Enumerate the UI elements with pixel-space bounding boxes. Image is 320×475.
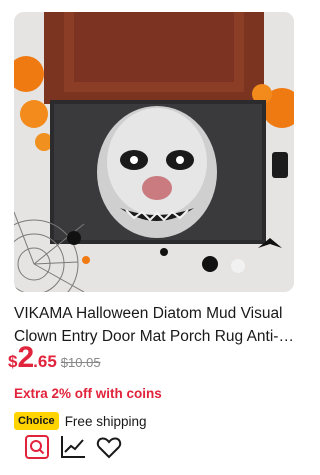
price-trend-button[interactable] (60, 434, 86, 460)
product-actions (24, 433, 134, 461)
image-search-button[interactable] (24, 434, 50, 460)
heart-icon (96, 437, 122, 459)
original-price: $10.05 (60, 355, 101, 370)
coins-promo: Extra 2% off with coins (14, 386, 162, 401)
product-card[interactable]: VIKAMA Halloween Diatom Mud Visual Clown… (0, 0, 304, 475)
image-search-icon (25, 435, 49, 459)
price-currency: $ (8, 352, 18, 371)
price-integer: 2 (17, 341, 34, 374)
price: $ 2 .65 $10.05 (8, 340, 101, 376)
shipping-row: Choice Free shipping (14, 412, 147, 430)
product-image-graphic (14, 12, 294, 292)
product-image[interactable] (14, 12, 294, 292)
price-trend-icon (61, 436, 85, 458)
price-decimal: .65 (33, 352, 57, 371)
shipping-text: Free shipping (64, 413, 147, 429)
wishlist-button[interactable] (96, 434, 122, 460)
choice-badge: Choice (14, 412, 59, 430)
